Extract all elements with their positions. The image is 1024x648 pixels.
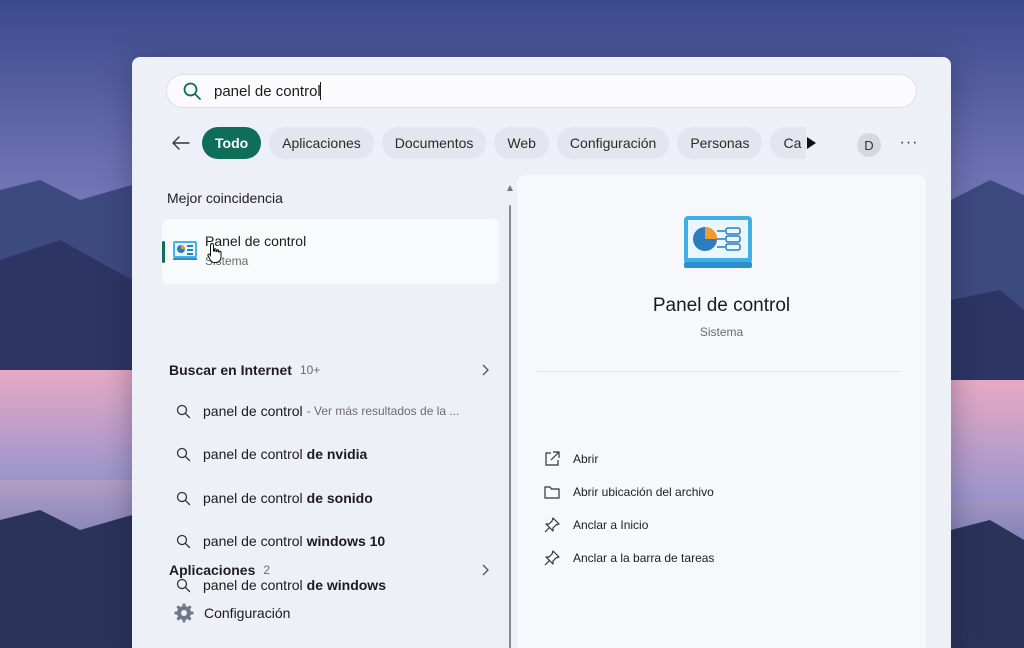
- tab-configuracion[interactable]: Configuración: [556, 127, 670, 159]
- pin-icon: [544, 550, 560, 566]
- mouse-hand-cursor: [207, 242, 222, 263]
- open-external-icon: [545, 451, 560, 466]
- account-avatar[interactable]: D: [857, 133, 881, 157]
- web-result-item[interactable]: panel de control de nvidia: [176, 442, 496, 466]
- scroll-tabs-right-icon[interactable]: [804, 136, 818, 150]
- tab-web[interactable]: Web: [494, 127, 549, 159]
- chevron-right-icon: [482, 564, 489, 576]
- web-result-bold: windows 10: [306, 533, 386, 549]
- web-result-item[interactable]: panel de control - Ver más resultados de…: [176, 399, 496, 423]
- chevron-right-icon: [482, 364, 489, 376]
- action-label: Anclar a Inicio: [573, 518, 649, 532]
- search-icon: [176, 534, 191, 548]
- search-box[interactable]: panel de control: [166, 74, 917, 108]
- detail-app-type: Sistema: [699, 325, 744, 339]
- best-match-heading: Mejor coincidencia: [167, 190, 283, 206]
- action-label: Abrir ubicación del archivo: [573, 485, 714, 499]
- scrollbar-thumb[interactable]: [509, 205, 511, 648]
- web-result-bold: de sonido: [306, 490, 373, 506]
- tab-truncated[interactable]: Ca: [770, 127, 807, 159]
- scroll-up-arrow-icon[interactable]: [507, 185, 513, 191]
- detail-app-name: Panel de control: [652, 295, 791, 316]
- search-icon: [176, 447, 191, 461]
- action-abrir[interactable]: Abrir: [543, 448, 598, 470]
- apps-group-label: Aplicaciones: [169, 562, 256, 578]
- tab-aplicaciones[interactable]: Aplicaciones: [269, 127, 374, 159]
- web-result-text: panel de control: [203, 446, 303, 462]
- filter-tabs: Todo Aplicaciones Documentos Web Configu…: [168, 127, 814, 159]
- back-arrow-icon: [172, 136, 190, 150]
- control-panel-large-icon: [684, 216, 752, 268]
- tab-todo[interactable]: Todo: [202, 127, 262, 159]
- internet-search-group[interactable]: Buscar en Internet 10+: [169, 359, 494, 381]
- web-result-item[interactable]: panel de control de sonido: [176, 486, 496, 510]
- apps-group[interactable]: Aplicaciones 2: [169, 559, 494, 581]
- tab-documentos[interactable]: Documentos: [381, 127, 487, 159]
- folder-icon: [544, 486, 560, 499]
- control-panel-icon: [173, 241, 197, 260]
- best-match-item[interactable]: Panel de control Sistema: [162, 219, 499, 284]
- more-options-button[interactable]: ···: [898, 134, 920, 154]
- search-input[interactable]: panel de control: [214, 83, 321, 100]
- internet-search-count: 10+: [299, 363, 321, 377]
- search-icon: [176, 491, 191, 505]
- web-result-text: panel de control: [203, 533, 303, 549]
- action-anclar-inicio[interactable]: Anclar a Inicio: [543, 514, 648, 536]
- action-label: Anclar a la barra de tareas: [573, 551, 715, 565]
- web-result-text: panel de control: [203, 490, 303, 506]
- web-result-item[interactable]: panel de control windows 10: [176, 529, 496, 553]
- selection-indicator: [162, 241, 165, 263]
- results-scrollbar[interactable]: [507, 185, 513, 648]
- details-pane: Panel de control Sistema Abrir Abrir ubi…: [517, 175, 926, 648]
- web-result-text: panel de control: [203, 403, 303, 419]
- internet-search-label: Buscar en Internet: [169, 362, 292, 378]
- divider: [537, 371, 901, 372]
- web-result-hint: - Ver más resultados de la ...: [306, 404, 460, 418]
- text-caret: [319, 82, 321, 100]
- search-icon: [176, 404, 191, 418]
- action-abrir-ubicacion[interactable]: Abrir ubicación del archivo: [543, 481, 714, 503]
- gear-icon: [174, 603, 194, 623]
- app-result-configuracion[interactable]: Configuración: [174, 601, 290, 625]
- action-label: Abrir: [573, 452, 599, 466]
- pin-icon: [544, 517, 560, 533]
- back-button[interactable]: [168, 130, 194, 156]
- tab-personas[interactable]: Personas: [677, 127, 763, 159]
- web-result-bold: de nvidia: [306, 446, 368, 462]
- apps-group-count: 2: [263, 563, 271, 577]
- action-anclar-barra[interactable]: Anclar a la barra de tareas: [543, 547, 714, 569]
- start-search-panel: panel de control Todo Aplicaciones Docum…: [132, 57, 951, 648]
- search-icon: [183, 82, 201, 100]
- app-result-name: Configuración: [204, 605, 291, 621]
